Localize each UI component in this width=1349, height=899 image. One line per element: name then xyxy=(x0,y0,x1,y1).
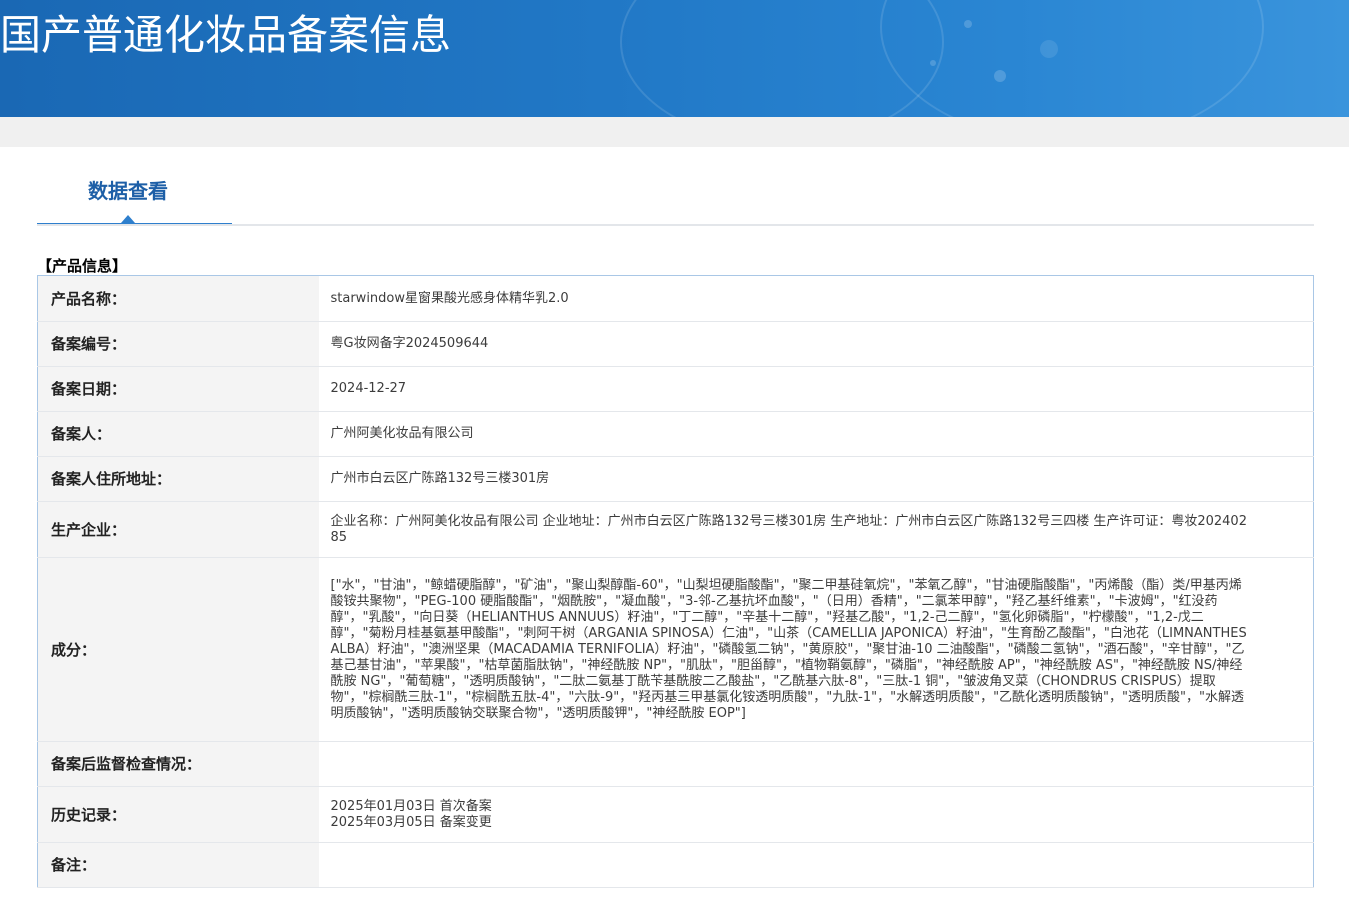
table-row: 备案人： 广州阿美化妆品有限公司 xyxy=(37,411,1314,457)
section-title-product-info: 【产品信息】 xyxy=(37,257,128,275)
history-entry: 2025年01月03日 首次备案 xyxy=(330,798,492,814)
history-entry: 2025年03月05日 备案变更 xyxy=(330,814,492,830)
decorative-dot xyxy=(964,20,972,28)
row-label: 备案人住所地址： xyxy=(37,456,319,502)
decorative-dot xyxy=(994,70,1006,82)
decorative-dot xyxy=(930,60,936,66)
registrant-address-value: 广州市白云区广陈路132号三楼301房 xyxy=(318,456,1314,502)
header-banner: 国产普通化妆品备案信息 xyxy=(0,0,1349,117)
record-number-value: 粤G妆网备字2024509644 xyxy=(318,321,1314,367)
tab-data-view-label: 数据查看 xyxy=(88,179,168,203)
registrant-value: 广州阿美化妆品有限公司 xyxy=(318,411,1314,457)
inspection-value xyxy=(318,741,1314,787)
table-row: 生产企业： 企业名称：广州阿美化妆品有限公司 企业地址：广州市白云区广陈路132… xyxy=(37,501,1314,558)
history-value: 2025年01月03日 首次备案 2025年03月05日 备案变更 xyxy=(318,786,1314,843)
table-row: 成分： ["水"，"甘油"，"鲸蜡硬脂醇"，"矿油"，"聚山梨醇酯-60"，"山… xyxy=(37,557,1314,742)
page-title: 国产普通化妆品备案信息 xyxy=(0,11,451,59)
table-row: 备案人住所地址： 广州市白云区广陈路132号三楼301房 xyxy=(37,456,1314,502)
record-date-value: 2024-12-27 xyxy=(318,366,1314,412)
page-spacer xyxy=(0,117,1349,147)
row-label: 成分： xyxy=(37,557,319,742)
row-label: 备案后监督检查情况： xyxy=(37,741,319,787)
ingredients-value: ["水"，"甘油"，"鲸蜡硬脂醇"，"矿油"，"聚山梨醇酯-60"，"山梨坦硬脂… xyxy=(318,557,1314,742)
row-label: 生产企业： xyxy=(37,501,319,558)
content-card: 数据查看 【产品信息】 产品名称： starwindow星窗果酸光感身体精华乳2… xyxy=(0,147,1349,899)
decorative-dot xyxy=(1040,40,1058,58)
product-info-table: 产品名称： starwindow星窗果酸光感身体精华乳2.0 备案编号： 粤G妆… xyxy=(37,275,1314,888)
tab-active-caret-icon xyxy=(121,215,135,223)
tab-data-view[interactable]: 数据查看 xyxy=(37,147,232,226)
row-label: 备案编号： xyxy=(37,321,319,367)
manufacturer-value: 企业名称：广州阿美化妆品有限公司 企业地址：广州市白云区广陈路132号三楼301… xyxy=(318,501,1314,558)
tab-bar: 数据查看 xyxy=(37,147,1314,227)
row-label: 备案日期： xyxy=(37,366,319,412)
decorative-arc xyxy=(880,0,1264,117)
table-row: 备案日期： 2024-12-27 xyxy=(37,366,1314,412)
table-row: 备注： xyxy=(37,842,1314,888)
row-label: 备注： xyxy=(37,842,319,888)
table-row: 备案后监督检查情况： xyxy=(37,741,1314,787)
row-label: 历史记录： xyxy=(37,786,319,843)
table-row: 产品名称： starwindow星窗果酸光感身体精华乳2.0 xyxy=(37,275,1314,322)
table-row: 历史记录： 2025年01月03日 首次备案 2025年03月05日 备案变更 xyxy=(37,786,1314,843)
tab-divider xyxy=(37,224,1314,226)
table-row: 备案编号： 粤G妆网备字2024509644 xyxy=(37,321,1314,367)
row-label: 产品名称： xyxy=(37,275,319,322)
product-name-value: starwindow星窗果酸光感身体精华乳2.0 xyxy=(318,275,1314,322)
remarks-value xyxy=(318,842,1314,888)
row-label: 备案人： xyxy=(37,411,319,457)
